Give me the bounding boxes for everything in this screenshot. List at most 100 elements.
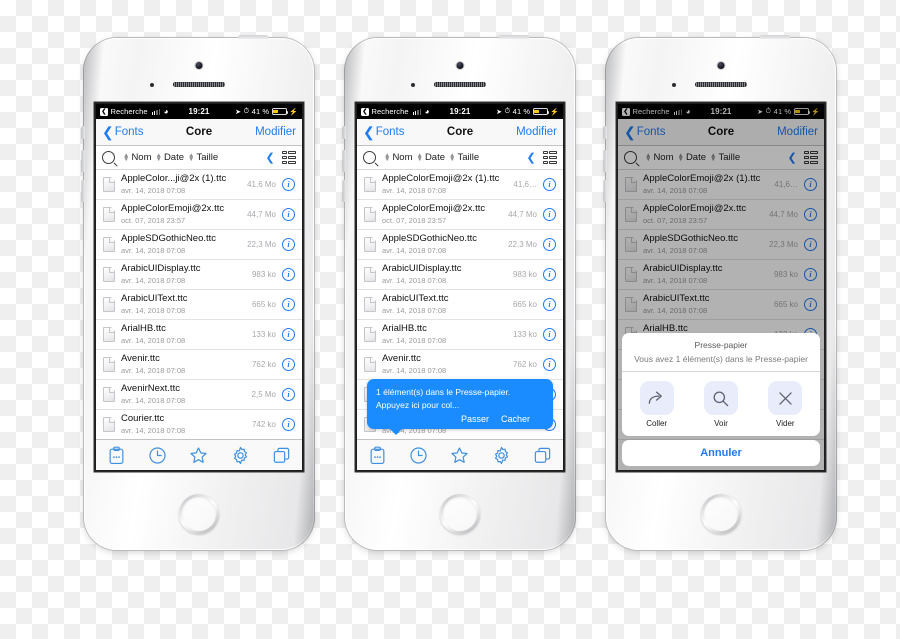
- file-row[interactable]: AppleSDGothicNeo.ttc avr. 14, 2018 07:08 2…: [96, 230, 302, 260]
- volume-down-button[interactable]: [604, 180, 607, 202]
- file-size: 2,5 Mo: [251, 390, 276, 399]
- file-row[interactable]: ArabicUIText.ttc avr. 14, 2018 07:08 665 k…: [357, 290, 563, 320]
- file-row[interactable]: AppleColor...ji@2x (1).ttc avr. 14, 2018 …: [96, 170, 302, 200]
- info-button[interactable]: i: [543, 178, 556, 191]
- tab-favorites[interactable]: [189, 446, 208, 465]
- file-date: avr. 14, 2018 07:08: [121, 305, 186, 315]
- status-back-arrow-icon[interactable]: ❮: [361, 107, 369, 116]
- sort-by-name[interactable]: ▲ ▼ Nom: [384, 152, 413, 163]
- status-back-label[interactable]: Recherche: [372, 107, 409, 116]
- file-row[interactable]: Courier.ttcavr. 14, 2018 07:08742 koi: [96, 410, 302, 440]
- nav-back-button[interactable]: ❮ Fonts: [102, 125, 144, 139]
- info-button[interactable]: i: [282, 418, 295, 431]
- tab-clipboard[interactable]: [368, 446, 387, 465]
- file-row[interactable]: AppleColorEmoji@2x (1).ttc avr. 14, 2018 …: [357, 170, 563, 200]
- info-button[interactable]: i: [543, 298, 556, 311]
- volume-down-button[interactable]: [343, 180, 346, 202]
- cancel-button[interactable]: Annuler: [622, 440, 820, 466]
- info-button[interactable]: i: [282, 268, 295, 281]
- status-back-label[interactable]: Recherche: [111, 107, 148, 116]
- volume-up-button[interactable]: [604, 150, 607, 172]
- document-icon: [103, 237, 115, 252]
- sort-by-name[interactable]: ▲ ▼ Nom: [123, 152, 152, 163]
- file-row[interactable]: AppleSDGothicNeo.ttc avr. 14, 2018 07:08 2…: [357, 230, 563, 260]
- file-row[interactable]: ArialHB.ttcavr. 14, 2018 07:08133 koi: [357, 320, 563, 350]
- file-texts: ArialHB.ttcavr. 14, 2018 07:08: [382, 323, 509, 346]
- file-row[interactable]: ArialHB.ttcavr. 14, 2018 07:08133 koi: [96, 320, 302, 350]
- tab-settings[interactable]: [231, 446, 250, 465]
- info-button[interactable]: i: [543, 328, 556, 341]
- info-button[interactable]: i: [543, 268, 556, 281]
- tab-recents[interactable]: [148, 446, 167, 465]
- sort-by-size[interactable]: ▲ ▼ Taille: [449, 152, 479, 163]
- file-size: 665 ko: [251, 300, 276, 309]
- action-view[interactable]: Voir: [692, 381, 749, 428]
- info-button[interactable]: i: [282, 328, 295, 341]
- chevron-left-icon[interactable]: ❮: [265, 151, 274, 164]
- action-paste[interactable]: Coller: [628, 381, 685, 428]
- file-name: ArabicUIDisplay.ttc: [121, 263, 201, 275]
- file-size: 983 ko: [251, 270, 276, 279]
- file-row[interactable]: Avenir.ttcavr. 14, 2018 07:08762 koi: [96, 350, 302, 380]
- silent-switch[interactable]: [604, 126, 607, 139]
- silent-switch[interactable]: [82, 126, 85, 139]
- info-button[interactable]: i: [282, 358, 295, 371]
- file-texts: ArialHB.ttcavr. 14, 2018 07:08: [121, 323, 248, 346]
- info-button[interactable]: i: [282, 238, 295, 251]
- screen-1: ❮ Recherche ◕ 19:21 ➤ ⏱ 41 % ⚡ ❮ Fonts C…: [96, 104, 302, 470]
- nav-back-button[interactable]: ❮ Fonts: [363, 125, 405, 139]
- tab-recents[interactable]: [409, 446, 428, 465]
- info-button[interactable]: i: [543, 208, 556, 221]
- file-row[interactable]: ArabicUIDisplay.ttc avr. 14, 2018 07:08 98…: [96, 260, 302, 290]
- volume-down-button[interactable]: [82, 180, 85, 202]
- file-row[interactable]: AppleColorEmoji@2x.ttc oct. 07, 2018 23:5…: [357, 200, 563, 230]
- search-icon[interactable]: [363, 151, 376, 164]
- home-button[interactable]: [440, 494, 480, 534]
- tab-clipboard[interactable]: [107, 446, 126, 465]
- tab-settings[interactable]: [492, 446, 511, 465]
- info-button[interactable]: i: [282, 298, 295, 311]
- sort-by-size[interactable]: ▲ ▼ Taille: [188, 152, 218, 163]
- toast-skip-button[interactable]: Passer: [461, 414, 489, 424]
- info-button[interactable]: i: [282, 388, 295, 401]
- volume-up-button[interactable]: [82, 150, 85, 172]
- file-row[interactable]: AvenirNext.ttcavr. 14, 2018 07:082,5 Moi: [96, 380, 302, 410]
- tab-windows[interactable]: [272, 446, 291, 465]
- file-row[interactable]: ArabicUIText.ttc avr. 14, 2018 07:08 665 k…: [96, 290, 302, 320]
- action-clear[interactable]: Vider: [757, 381, 814, 428]
- edit-button[interactable]: Modifier: [255, 126, 296, 138]
- info-button[interactable]: i: [282, 178, 295, 191]
- document-icon: [364, 357, 376, 372]
- tab-windows[interactable]: [533, 446, 552, 465]
- silent-switch[interactable]: [343, 126, 346, 139]
- info-button[interactable]: i: [543, 238, 556, 251]
- grid-list-view-icon[interactable]: [542, 150, 557, 165]
- edit-button[interactable]: Modifier: [516, 126, 557, 138]
- file-row[interactable]: Avenir.ttcavr. 14, 2018 07:08762 koi: [357, 350, 563, 380]
- sort-by-date[interactable]: ▲ ▼ Date: [417, 152, 446, 163]
- info-button[interactable]: i: [543, 358, 556, 371]
- volume-up-button[interactable]: [343, 150, 346, 172]
- file-texts: ArabicUIDisplay.ttc avr. 14, 2018 07:08: [382, 263, 509, 286]
- power-button[interactable]: [760, 35, 790, 39]
- home-button[interactable]: [701, 494, 741, 534]
- chevron-left-icon[interactable]: ❮: [526, 151, 535, 164]
- star-icon: [450, 446, 469, 465]
- file-date: avr. 14, 2018 07:08: [121, 365, 186, 375]
- power-button[interactable]: [499, 35, 529, 39]
- toast-hide-button[interactable]: Cacher: [501, 414, 530, 424]
- status-back-arrow-icon[interactable]: ❮: [100, 107, 108, 116]
- file-name: ArabicUIText.ttc: [121, 293, 188, 305]
- toast-message: 1 élément(s) dans le Presse-papier. Appu…: [376, 387, 511, 410]
- info-button[interactable]: i: [282, 208, 295, 221]
- file-row[interactable]: AppleColorEmoji@2x.ttc oct. 07, 2018 23:5…: [96, 200, 302, 230]
- file-row[interactable]: ArabicUIDisplay.ttc avr. 14, 2018 07:08 98…: [357, 260, 563, 290]
- file-list-1[interactable]: AppleColor...ji@2x (1).ttc avr. 14, 2018 …: [96, 170, 302, 440]
- tab-favorites[interactable]: [450, 446, 469, 465]
- home-button[interactable]: [179, 494, 219, 534]
- clipboard-toast[interactable]: 1 élément(s) dans le Presse-papier. Appu…: [367, 379, 553, 435]
- sort-by-date[interactable]: ▲ ▼ Date: [156, 152, 185, 163]
- grid-list-view-icon[interactable]: [281, 150, 296, 165]
- power-button[interactable]: [238, 35, 268, 39]
- search-icon[interactable]: [102, 151, 115, 164]
